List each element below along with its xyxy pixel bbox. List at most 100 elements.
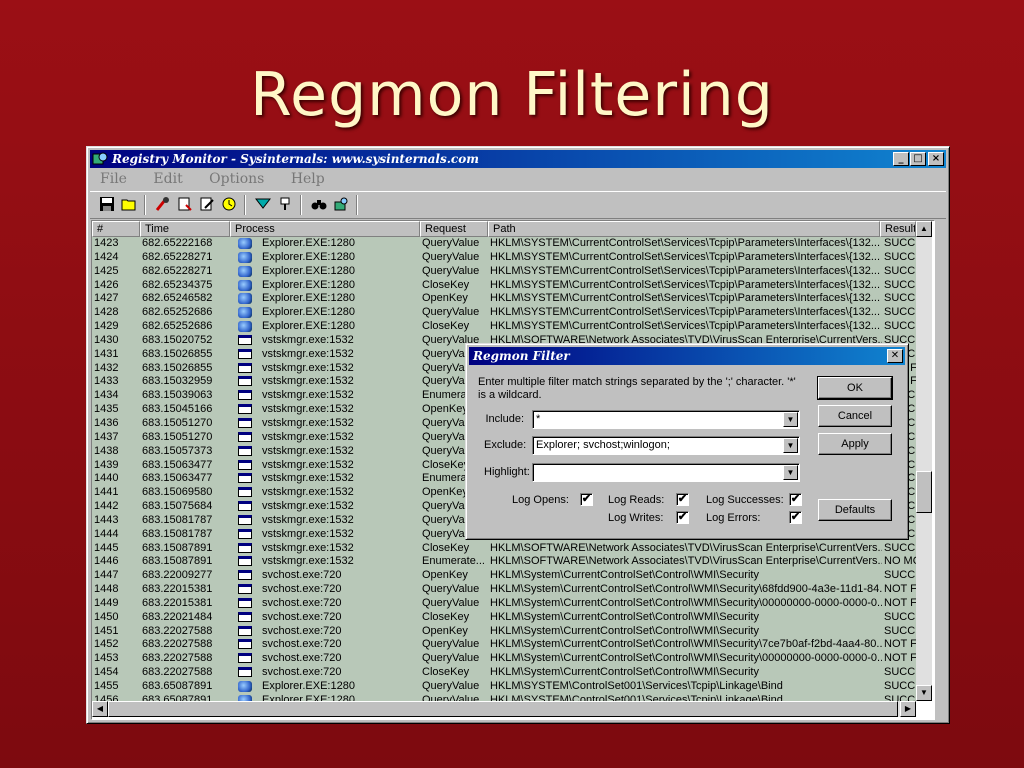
minimize-button[interactable]: _: [893, 152, 909, 166]
row-process: vstskmgr.exe:1532: [262, 486, 354, 499]
row-number: 1436: [94, 416, 119, 429]
dialog-title: Regmon Filter: [473, 349, 570, 363]
clear-icon[interactable]: [198, 196, 216, 214]
row-request: CloseKey: [422, 666, 470, 679]
jump-icon[interactable]: [332, 196, 350, 214]
table-row[interactable]: 1453 683.22027588 svchost.exe:720 QueryValu…: [92, 652, 932, 666]
maximize-button[interactable]: □: [910, 152, 926, 166]
table-row[interactable]: 1446 683.15087891 vstskmgr.exe:1532 Enumera…: [92, 555, 932, 569]
table-row[interactable]: 1452 683.22027588 svchost.exe:720 QueryValu…: [92, 638, 932, 652]
highlight-dropdown-button[interactable]: ▼: [783, 465, 798, 480]
table-row[interactable]: 1455 683.65087891 Explorer.EXE:1280 QueryVa…: [92, 680, 932, 694]
dialog-close-button[interactable]: ✕: [887, 349, 903, 363]
row-request: CloseKey: [422, 610, 470, 623]
row-time: 683.22027588: [142, 652, 213, 665]
row-request: QueryValue: [422, 237, 480, 249]
row-process: vstskmgr.exe:1532: [262, 444, 354, 457]
table-row[interactable]: 1445 683.15087891 vstskmgr.exe:1532 CloseKe…: [92, 542, 932, 556]
row-time: 683.22027588: [142, 666, 213, 679]
vertical-scrollbar[interactable]: ▲ ▼: [916, 221, 932, 701]
log-successes-checkbox[interactable]: ✔: [789, 493, 802, 506]
log-writes-checkbox[interactable]: ✔: [676, 511, 689, 524]
table-row[interactable]: 1450 683.22021484 svchost.exe:720 CloseKey H…: [92, 611, 932, 625]
table-row[interactable]: 1424 682.65228271 Explorer.EXE:1280 QueryVa…: [92, 251, 932, 265]
row-time: 682.65228271: [142, 264, 213, 277]
row-number: 1443: [94, 513, 119, 526]
table-row[interactable]: 1449 683.22015381 svchost.exe:720 QueryValu…: [92, 597, 932, 611]
filter-icon[interactable]: [254, 196, 272, 214]
vertical-scroll-thumb[interactable]: [916, 471, 932, 513]
capture-icon[interactable]: [154, 196, 172, 214]
column-time[interactable]: Time: [140, 221, 230, 237]
column-process[interactable]: Process: [230, 221, 420, 237]
close-button[interactable]: ×: [928, 152, 944, 166]
row-number: 1447: [94, 569, 119, 582]
table-row[interactable]: 1427 682.65246582 Explorer.EXE:1280 OpenKey…: [92, 292, 932, 306]
autoscroll-icon[interactable]: [176, 196, 194, 214]
table-row[interactable]: 1426 682.65234375 Explorer.EXE:1280 CloseKe…: [92, 279, 932, 293]
time-icon[interactable]: [220, 196, 238, 214]
save-icon[interactable]: [98, 196, 116, 214]
row-path: HKLM\System\CurrentControlSet\Control\WM…: [490, 596, 882, 609]
row-path: HKLM\System\CurrentControlSet\Control\WM…: [490, 652, 882, 665]
highlight-combo[interactable]: ▼: [532, 463, 800, 482]
table-row[interactable]: 1456 683.65087891 Explorer.EXE:1280 QueryVa…: [92, 694, 932, 701]
horizontal-scroll-thumb[interactable]: [108, 701, 898, 717]
row-time: 683.15051270: [142, 416, 213, 429]
cancel-button[interactable]: Cancel: [818, 405, 892, 427]
scroll-down-button[interactable]: ▼: [916, 685, 932, 701]
row-number: 1432: [94, 361, 119, 374]
scroll-up-button[interactable]: ▲: [916, 221, 932, 237]
column-result[interactable]: Result: [880, 221, 916, 237]
log-opens-checkbox[interactable]: ✔: [580, 493, 593, 506]
row-path: HKLM\System\CurrentControlSet\Control\WM…: [490, 666, 759, 679]
find-icon[interactable]: [310, 196, 328, 214]
log-errors-checkbox[interactable]: ✔: [789, 511, 802, 524]
table-row[interactable]: 1428 682.65252686 Explorer.EXE:1280 QueryVa…: [92, 306, 932, 320]
row-number: 1430: [94, 333, 119, 346]
table-row[interactable]: 1454 683.22027588 svchost.exe:720 CloseKey H…: [92, 666, 932, 680]
exclude-combo[interactable]: Explorer; svchost;winlogon; ▼: [532, 436, 800, 455]
table-row[interactable]: 1451 683.22027588 svchost.exe:720 OpenKey HK…: [92, 625, 932, 639]
column-request[interactable]: Request: [420, 221, 488, 237]
menu-file[interactable]: File: [100, 171, 127, 187]
row-number: 1456: [94, 693, 119, 701]
menu-options[interactable]: Options: [209, 171, 264, 187]
row-time: 683.22015381: [142, 583, 213, 596]
table-row[interactable]: 1448 683.22015381 svchost.exe:720 QueryValu…: [92, 583, 932, 597]
column-path[interactable]: Path: [488, 221, 880, 237]
log-reads-checkbox[interactable]: ✔: [676, 493, 689, 506]
menu-edit[interactable]: Edit: [153, 171, 182, 187]
row-request: QueryValue: [422, 250, 480, 263]
row-number: 1435: [94, 403, 119, 416]
scroll-left-button[interactable]: ◀: [92, 701, 108, 717]
row-process: vstskmgr.exe:1532: [262, 500, 354, 513]
table-row[interactable]: 1429 682.65252686 Explorer.EXE:1280 CloseKe…: [92, 320, 932, 334]
row-number: 1429: [94, 320, 119, 333]
row-number: 1455: [94, 680, 119, 692]
toolbar-separator: [244, 195, 246, 215]
column-number[interactable]: #: [92, 221, 140, 237]
open-icon[interactable]: [120, 196, 138, 214]
table-row[interactable]: 1447 683.22009277 svchost.exe:720 OpenKey HK…: [92, 569, 932, 583]
table-row[interactable]: 1423 682.65222168 Explorer.EXE:1280 QueryVa…: [92, 237, 932, 251]
exclude-dropdown-button[interactable]: ▼: [783, 438, 798, 453]
scroll-right-button[interactable]: ▶: [900, 701, 916, 717]
menu-help[interactable]: Help: [291, 171, 325, 187]
defaults-button[interactable]: Defaults: [818, 499, 892, 521]
window-titlebar[interactable]: Registry Monitor - Sysinternals: www.sys…: [90, 150, 946, 168]
include-dropdown-button[interactable]: ▼: [783, 412, 798, 427]
include-combo[interactable]: * ▼: [532, 410, 800, 429]
row-time: 683.15051270: [142, 430, 213, 443]
horizontal-scrollbar[interactable]: ◀ ▶: [92, 701, 916, 717]
row-path: HKLM\SYSTEM\CurrentControlSet\Services\T…: [490, 320, 881, 333]
apply-button[interactable]: Apply: [818, 433, 892, 455]
log-opens-label: Log Opens:: [512, 494, 569, 506]
table-row[interactable]: 1425 682.65228271 Explorer.EXE:1280 QueryVa…: [92, 265, 932, 279]
ok-button[interactable]: OK: [817, 376, 893, 400]
row-process: Explorer.EXE:1280: [262, 278, 355, 291]
dialog-titlebar[interactable]: Regmon Filter ✕: [469, 347, 905, 365]
row-number: 1442: [94, 500, 119, 513]
row-process: svchost.exe:720: [262, 638, 342, 651]
highlight-icon[interactable]: [276, 196, 294, 214]
